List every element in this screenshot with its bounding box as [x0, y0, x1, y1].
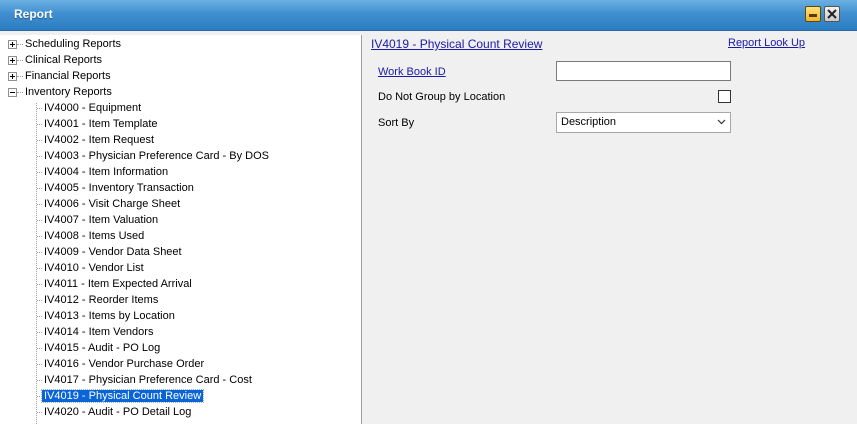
sort-by-label: Sort By	[378, 117, 415, 129]
tree-report-label: IV4002 - Item Request	[44, 134, 155, 146]
report-tree[interactable]: Scheduling Reports Clinical Reports Financ…	[0, 35, 362, 424]
tree-report-item[interactable]: IV4009 - Vendor Data Sheet	[42, 244, 184, 260]
do-not-group-checkbox[interactable]	[718, 90, 731, 103]
tree-report-item[interactable]: IV4005 - Inventory Transaction	[42, 180, 196, 196]
tree-report-label: IV4008 - Items Used	[44, 230, 145, 242]
tree-report-label: IV4003 - Physician Preference Card - By …	[44, 150, 269, 162]
tree-category[interactable]: Clinical Reports	[23, 52, 104, 68]
expand-icon[interactable]	[8, 40, 17, 49]
tree-report-label: IV4020 - Audit - PO Detail Log	[44, 406, 192, 418]
tree-report-label: IV4014 - Item Vendors	[44, 326, 154, 338]
tree-report-item[interactable]: IV4007 - Item Valuation	[42, 212, 160, 228]
close-icon[interactable]	[824, 6, 840, 22]
tree-report-label: IV4001 - Item Template	[44, 118, 158, 130]
tree-report-label: IV4007 - Item Valuation	[44, 214, 159, 226]
tree-report-label: IV4012 - Reorder Items	[44, 294, 159, 306]
expand-icon[interactable]	[8, 56, 17, 65]
tree-category-label: Clinical Reports	[25, 54, 103, 66]
tree-report-label: IV4016 - Vendor Purchase Order	[44, 358, 205, 370]
tree-report-label: IV4004 - Item Information	[44, 166, 169, 178]
collapse-icon[interactable]	[8, 88, 17, 97]
tree-report-label: IV4011 - Item Expected Arrival	[44, 278, 192, 290]
tree-report-item[interactable]: IV4001 - Item Template	[42, 116, 160, 132]
tree-report-item[interactable]: IV4000 - Equipment	[42, 100, 143, 116]
tree-category-label: Scheduling Reports	[25, 38, 122, 50]
tree-report-item[interactable]: IV4014 - Item Vendors	[42, 324, 155, 340]
chevron-down-icon	[717, 119, 726, 125]
tree-report-item[interactable]: IV4015 - Audit - PO Log	[42, 340, 162, 356]
tree-report-label: IV4010 - Vendor List	[44, 262, 144, 274]
tree-category[interactable]: Inventory Reports	[23, 84, 114, 100]
do-not-group-label: Do Not Group by Location	[378, 91, 506, 103]
title-bar: Report	[0, 0, 857, 31]
tree-report-item[interactable]: IV4008 - Items Used	[42, 228, 146, 244]
tree-report-item[interactable]: IV4016 - Vendor Purchase Order	[42, 356, 206, 372]
report-parameters-panel: IV4019 - Physical Count Review Report Lo…	[362, 35, 857, 424]
tree-report-label: IV4017 - Physician Preference Card - Cos…	[44, 374, 252, 386]
tree-report-item[interactable]: IV4003 - Physician Preference Card - By …	[42, 148, 271, 164]
report-title-link[interactable]: IV4019 - Physical Count Review	[371, 37, 542, 51]
tree-category-label: Inventory Reports	[25, 86, 112, 98]
minimize-icon[interactable]	[805, 6, 821, 22]
tree-report-item[interactable]: IV4006 - Visit Charge Sheet	[42, 196, 182, 212]
tree-report-item[interactable]: IV4002 - Item Request	[42, 132, 156, 148]
tree-report-item[interactable]: IV4012 - Reorder Items	[42, 292, 160, 308]
tree-report-label: IV4015 - Audit - PO Log	[44, 342, 161, 354]
tree-report-item[interactable]: IV4011 - Item Expected Arrival	[42, 276, 194, 292]
tree-category[interactable]: Scheduling Reports	[23, 36, 123, 52]
tree-report-item[interactable]: IV4010 - Vendor List	[42, 260, 146, 276]
tree-report-item[interactable]: IV4004 - Item Information	[42, 164, 170, 180]
tree-report-item[interactable]: IV4020 - Audit - PO Detail Log	[42, 404, 193, 420]
expand-icon[interactable]	[8, 72, 17, 81]
tree-report-label: IV4000 - Equipment	[44, 102, 142, 114]
tree-report-item[interactable]: IV4019 - Physical Count Review	[40, 388, 205, 404]
tree-report-label: IV4006 - Visit Charge Sheet	[44, 198, 181, 210]
sort-by-select[interactable]: Description	[556, 112, 731, 133]
tree-report-item[interactable]: IV4013 - Items by Location	[42, 308, 177, 324]
tree-category[interactable]: Financial Reports	[23, 68, 113, 84]
tree-report-label: IV4005 - Inventory Transaction	[44, 182, 194, 194]
tree-report-label: IV4013 - Items by Location	[44, 310, 175, 322]
sort-by-value: Description	[561, 116, 617, 128]
tree-category-label: Financial Reports	[25, 70, 111, 82]
workbook-id-label-link[interactable]: Work Book ID	[378, 66, 446, 78]
report-lookup-link[interactable]: Report Look Up	[728, 37, 805, 49]
window-title: Report	[14, 7, 53, 21]
tree-report-label: IV4019 - Physical Count Review	[40, 389, 205, 403]
tree-guide	[36, 103, 37, 424]
tree-report-item[interactable]: IV4017 - Physician Preference Card - Cos…	[42, 372, 254, 388]
tree-report-label: IV4009 - Vendor Data Sheet	[44, 246, 182, 258]
workbook-id-input[interactable]	[556, 61, 731, 81]
